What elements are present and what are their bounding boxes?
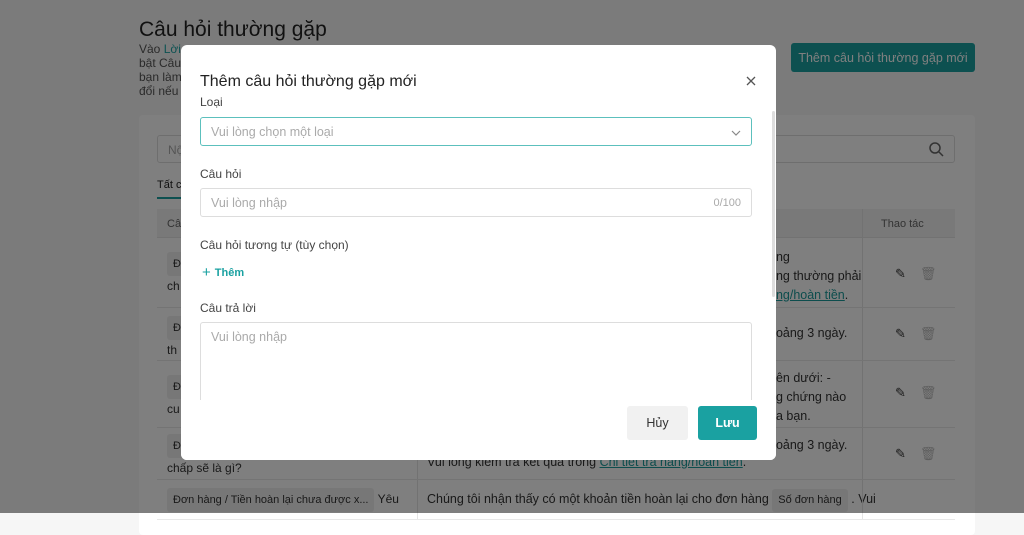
type-placeholder: Vui lòng chọn một loại xyxy=(211,125,334,139)
add-similar-question-button[interactable]: + Thêm xyxy=(202,264,244,281)
chevron-down-icon xyxy=(731,126,741,141)
type-label: Loại xyxy=(200,95,223,109)
add-similar-label: Thêm xyxy=(214,266,245,279)
plus-icon: + xyxy=(202,264,211,281)
modal-scrollbar[interactable] xyxy=(772,111,775,297)
add-faq-modal: Thêm câu hỏi thường gặp mới Loại Vui lòn… xyxy=(181,45,776,460)
modal-footer: Hủy Lưu xyxy=(181,400,776,460)
answer-placeholder: Vui lòng nhập xyxy=(211,330,287,344)
question-placeholder: Vui lòng nhập xyxy=(211,196,287,210)
similar-questions-label: Câu hỏi tương tự (tùy chọn) xyxy=(200,238,349,252)
question-input[interactable]: Vui lòng nhập 0/100 xyxy=(200,188,752,217)
type-select[interactable]: Vui lòng chọn một loại xyxy=(200,117,752,146)
cancel-button[interactable]: Hủy xyxy=(627,406,688,440)
question-label: Câu hỏi xyxy=(200,167,242,181)
close-icon[interactable] xyxy=(746,74,756,89)
modal-title: Thêm câu hỏi thường gặp mới xyxy=(200,73,417,90)
save-button[interactable]: Lưu xyxy=(698,406,757,440)
char-counter: 0/100 xyxy=(713,197,741,209)
answer-label: Câu trả lời xyxy=(200,301,256,315)
